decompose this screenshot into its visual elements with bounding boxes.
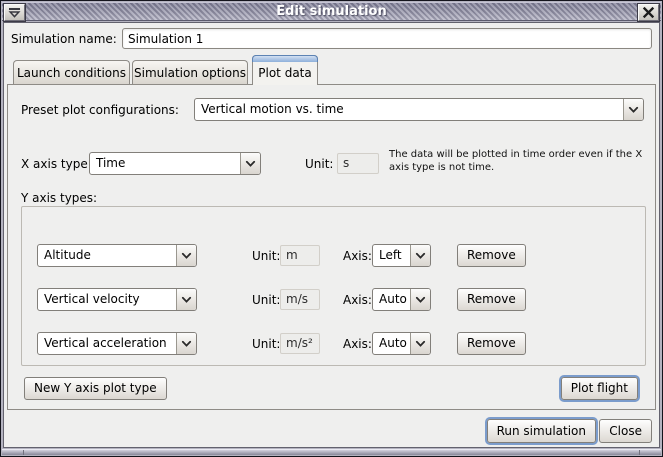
y-axis-type-combobox[interactable]: Altitude — [37, 244, 197, 267]
y-axis-types-label: Y axis types: — [21, 191, 97, 205]
tab-label: Simulation options — [134, 66, 246, 80]
axis-side-value: Left — [373, 245, 410, 266]
x-unit-label: Unit: — [305, 157, 333, 171]
y-axis-type-combobox[interactable]: Vertical velocity — [37, 288, 197, 311]
chevron-down-icon — [623, 99, 643, 120]
unit-field: m/s — [280, 289, 320, 310]
chevron-down-icon — [176, 245, 196, 266]
preset-configurations-label: Preset plot configurations: — [21, 103, 179, 117]
y-axis-type-combobox[interactable]: Vertical acceleration — [37, 332, 197, 355]
dialog-content: Simulation name: Launch conditions Simul… — [3, 22, 660, 448]
y-axis-type-value: Vertical acceleration — [38, 333, 176, 354]
x-axis-type-label: X axis type: — [21, 157, 92, 171]
unit-label: Unit: — [252, 337, 280, 351]
unit-label: Unit: — [252, 293, 280, 307]
window-resize-bar[interactable] — [2, 449, 661, 455]
close-window-button[interactable] — [638, 4, 659, 21]
tab-label: Plot data — [258, 66, 311, 80]
window-menu-button[interactable] — [4, 4, 25, 21]
unit-label: Unit: — [252, 249, 280, 263]
run-simulation-button[interactable]: Run simulation — [487, 419, 596, 443]
remove-button[interactable]: Remove — [457, 332, 526, 355]
axis-side-combobox[interactable]: Left — [372, 244, 431, 267]
remove-button[interactable]: Remove — [457, 288, 526, 311]
chevron-down-icon — [176, 333, 196, 354]
chevron-down-icon — [410, 245, 430, 266]
plot-flight-button[interactable]: Plot flight — [561, 377, 638, 400]
remove-button[interactable]: Remove — [457, 244, 526, 267]
new-y-axis-plot-type-button[interactable]: New Y axis plot type — [24, 377, 167, 400]
edit-simulation-dialog: Edit simulation Simulation name: Launch … — [0, 0, 663, 457]
close-button[interactable]: Close — [599, 419, 652, 443]
tab-plot-data[interactable]: Plot data — [252, 55, 318, 85]
chevron-down-icon — [410, 289, 430, 310]
resize-grip-left — [23, 450, 24, 455]
tab-launch-conditions[interactable]: Launch conditions — [13, 60, 130, 85]
axis-label: Axis: — [343, 293, 372, 307]
unit-field: m — [280, 245, 320, 266]
chevron-down-icon — [240, 153, 260, 174]
x-unit-field: s — [337, 153, 379, 174]
time-order-note-line2: axis type is not time. — [389, 162, 494, 174]
plot-data-panel: Preset plot configurations: Vertical mot… — [7, 84, 656, 410]
unit-field: m/s² — [280, 333, 320, 354]
resize-grip-right — [639, 450, 640, 455]
axis-label: Axis: — [343, 249, 372, 263]
window-menu-icon — [8, 7, 21, 18]
time-order-note-line1: The data will be plotted in time order e… — [389, 149, 642, 161]
preset-configurations-value: Vertical motion vs. time — [195, 99, 623, 120]
chevron-down-icon — [176, 289, 196, 310]
x-axis-type-value: Time — [90, 153, 240, 174]
axis-side-value: Auto — [373, 289, 410, 310]
tab-label: Launch conditions — [17, 66, 126, 80]
close-icon — [642, 6, 655, 19]
tab-simulation-options[interactable]: Simulation options — [132, 60, 248, 85]
y-axis-type-value: Vertical velocity — [38, 289, 176, 310]
axis-side-combobox[interactable]: Auto — [372, 332, 431, 355]
simulation-name-label: Simulation name: — [11, 32, 117, 46]
active-tab-accent — [252, 55, 318, 62]
axis-side-value: Auto — [373, 333, 410, 354]
y-axis-type-value: Altitude — [38, 245, 176, 266]
axis-label: Axis: — [343, 337, 372, 351]
y-axis-types-group: Altitude Unit: m Axis: Left Remove — [21, 206, 646, 366]
preset-configurations-combobox[interactable]: Vertical motion vs. time — [194, 98, 644, 121]
axis-side-combobox[interactable]: Auto — [372, 288, 431, 311]
titlebar[interactable]: Edit simulation — [2, 2, 661, 21]
window-title: Edit simulation — [2, 4, 661, 19]
x-axis-type-combobox[interactable]: Time — [89, 152, 261, 175]
chevron-down-icon — [410, 333, 430, 354]
simulation-name-input[interactable] — [122, 28, 652, 49]
